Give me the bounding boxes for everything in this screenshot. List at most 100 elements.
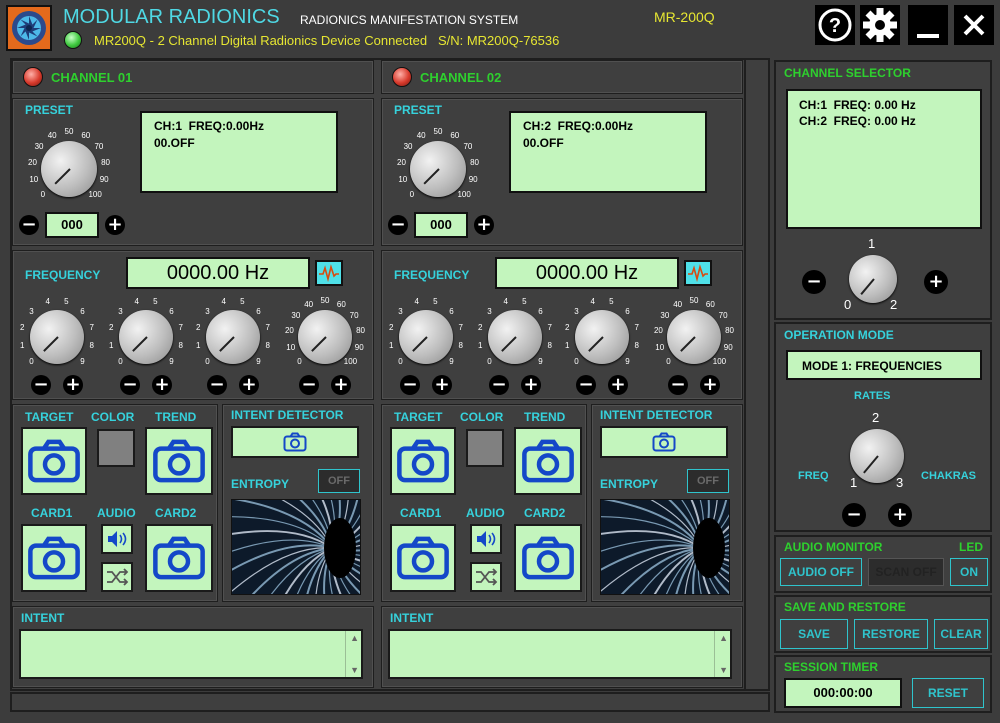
preset-knob[interactable]: [41, 141, 97, 197]
color-label: COLOR: [460, 410, 504, 424]
preset-plus-button[interactable]: +: [105, 215, 125, 235]
entropy-toggle-button[interactable]: OFF: [687, 469, 729, 493]
preset-section: PRESET 0 10 20 30 40 50 60 70 80 90 100 − 000 + CH:1 FR…: [12, 98, 374, 246]
frequency-knob-4-tick: 40: [673, 299, 683, 309]
selector-plus-button[interactable]: +: [924, 270, 948, 294]
card1-camera-button[interactable]: [21, 524, 87, 592]
target-camera-button[interactable]: [21, 427, 87, 495]
preset-value-field[interactable]: 000: [45, 212, 99, 238]
help-button[interactable]: ?: [815, 5, 855, 45]
waveform-icon: [319, 264, 339, 283]
audio-off-button[interactable]: AUDIO OFF: [780, 558, 862, 586]
scan-off-button[interactable]: SCAN OFF: [868, 558, 944, 586]
trend-camera-button[interactable]: [514, 427, 582, 495]
frequency-knob-2-tick: 2: [477, 322, 483, 332]
selector-minus-button[interactable]: −: [802, 270, 826, 294]
frequency-knob-3-plus-button[interactable]: +: [239, 375, 259, 395]
frequency-knob-2[interactable]: [488, 310, 542, 364]
frequency-knob-1-plus-button[interactable]: +: [432, 375, 452, 395]
close-button[interactable]: [954, 5, 994, 45]
minimize-button[interactable]: [908, 5, 948, 45]
frequency-knob-3-tick: 7: [265, 322, 270, 332]
mode-tick-3: 3: [896, 475, 904, 490]
frequency-knob-3-tick: 1: [564, 341, 570, 351]
led-on-button[interactable]: ON: [950, 558, 988, 586]
camera-icon: [397, 536, 449, 580]
mode-minus-button[interactable]: −: [842, 503, 866, 527]
frequency-knob-2[interactable]: [119, 310, 173, 364]
card2-label: CARD2: [155, 506, 197, 520]
intent-detector-button[interactable]: [600, 426, 728, 458]
frequency-knob-1-minus-button[interactable]: −: [31, 375, 51, 395]
frequency-knob-1-minus-button[interactable]: −: [400, 375, 420, 395]
frequency-knob-1-plus-button[interactable]: +: [63, 375, 83, 395]
audio-speaker-button[interactable]: [470, 524, 502, 554]
save-button[interactable]: SAVE: [780, 619, 848, 649]
preset-knob[interactable]: [410, 141, 466, 197]
target-camera-button[interactable]: [390, 427, 456, 495]
frequency-knob-3-minus-button[interactable]: −: [576, 375, 596, 395]
mode-plus-button[interactable]: +: [888, 503, 912, 527]
preset-knob-tick: 10: [29, 175, 39, 185]
frequency-knob-3[interactable]: [206, 310, 260, 364]
scroll-up-icon: ▲: [719, 633, 728, 643]
bottom-status-bar: [10, 692, 770, 712]
frequency-knob-2-minus-button[interactable]: −: [489, 375, 509, 395]
frequency-knob-4-minus-button[interactable]: −: [668, 375, 688, 395]
trend-camera-button[interactable]: [145, 427, 213, 495]
waveform-button[interactable]: [315, 260, 343, 286]
frequency-knob-2-tick: 9: [538, 357, 543, 367]
frequency-knob-2-plus-button[interactable]: +: [521, 375, 541, 395]
entropy-tunnel-image: [600, 499, 730, 595]
color-swatch[interactable]: [466, 429, 504, 467]
session-timer-title: SESSION TIMER: [784, 660, 879, 674]
frequency-knob-2-plus-button[interactable]: +: [152, 375, 172, 395]
card1-camera-button[interactable]: [390, 524, 456, 592]
frequency-knob-1[interactable]: [30, 310, 84, 364]
header: MODULAR RADIONICS RADIONICS MANIFESTATIO…: [0, 0, 1000, 56]
connection-status: MR200Q - 2 Channel Digital Radionics Dev…: [94, 33, 560, 48]
preset-plus-button[interactable]: +: [474, 215, 494, 235]
channel-led-icon: [392, 67, 412, 87]
frequency-knob-4-minus-button[interactable]: −: [299, 375, 319, 395]
intent-detector-label: INTENT DETECTOR: [600, 408, 713, 422]
card2-camera-button[interactable]: [514, 524, 582, 592]
frequency-knob-3-plus-button[interactable]: +: [608, 375, 628, 395]
operation-mode-display[interactable]: MODE 1: FREQUENCIES: [786, 350, 982, 380]
frequency-knob-3-tick: 2: [195, 322, 201, 332]
display-line-1: CH:2 FREQ:0.00Hz: [523, 119, 634, 133]
shuffle-button[interactable]: [101, 562, 133, 592]
intent-textarea[interactable]: ▲ ▼: [19, 629, 363, 679]
shuffle-button[interactable]: [470, 562, 502, 592]
entropy-toggle-button[interactable]: OFF: [318, 469, 360, 493]
frequency-section: FREQUENCY 0000.00 Hz 0 1 2 3 4 5 6 7 8 9− +0 1 2 3 4 5 6 7 8…: [381, 250, 743, 400]
intent-label: INTENT: [390, 611, 434, 625]
preset-knob-tick: 100: [457, 190, 471, 200]
frequency-knob-1[interactable]: [399, 310, 453, 364]
intent-textarea[interactable]: ▲ ▼: [388, 629, 732, 679]
speaker-icon: [477, 531, 496, 547]
color-swatch[interactable]: [97, 429, 135, 467]
preset-value-field[interactable]: 000: [414, 212, 468, 238]
tunnel-graphic: [232, 500, 360, 594]
channel-selector-knob[interactable]: [849, 255, 897, 303]
frequency-knob-3[interactable]: [575, 310, 629, 364]
frequency-knob-4-plus-button[interactable]: +: [700, 375, 720, 395]
preset-minus-button[interactable]: −: [19, 215, 39, 235]
frequency-knob-4-tick: 90: [723, 343, 733, 353]
frequency-knob-4[interactable]: [667, 310, 721, 364]
frequency-knob-2-minus-button[interactable]: −: [120, 375, 140, 395]
clear-button[interactable]: CLEAR: [934, 619, 988, 649]
preset-minus-button[interactable]: −: [388, 215, 408, 235]
timer-reset-button[interactable]: RESET: [912, 678, 984, 708]
frequency-knob-4[interactable]: [298, 310, 352, 364]
frequency-knob-4-plus-button[interactable]: +: [331, 375, 351, 395]
audio-speaker-button[interactable]: [101, 524, 133, 554]
settings-button[interactable]: [860, 5, 900, 45]
waveform-button[interactable]: [684, 260, 712, 286]
intent-detector-button[interactable]: [231, 426, 359, 458]
frequency-knob-3-minus-button[interactable]: −: [207, 375, 227, 395]
restore-button[interactable]: RESTORE: [854, 619, 928, 649]
card2-camera-button[interactable]: [145, 524, 213, 592]
operation-mode-knob[interactable]: [850, 429, 904, 483]
